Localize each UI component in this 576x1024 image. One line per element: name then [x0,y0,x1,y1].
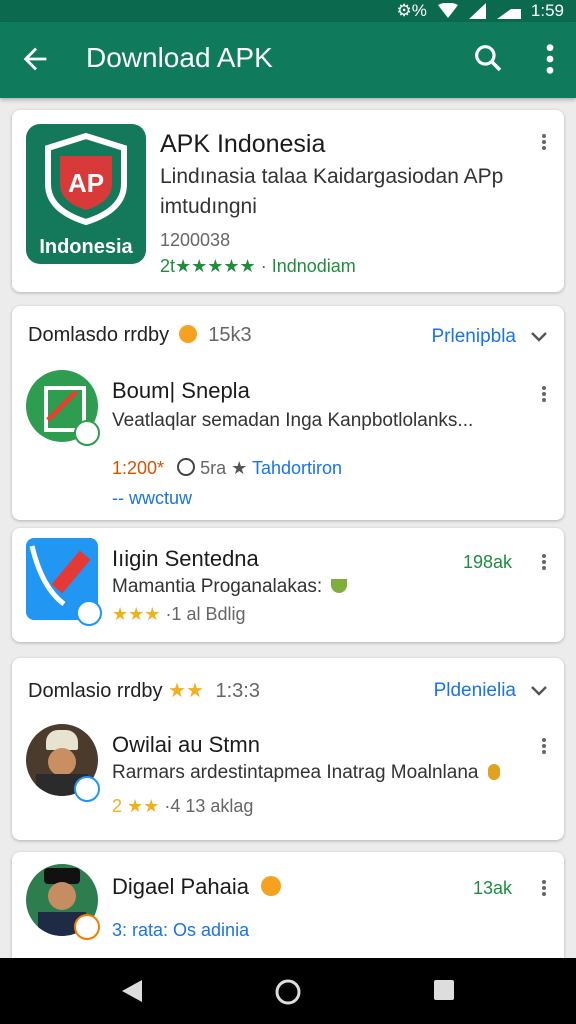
rating-row: 2t★★★★★ · Indnodiam [160,256,356,277]
star-icon: ★ [231,458,248,478]
section-header: Domlasdo rrdby 15k3 [28,324,252,347]
home-circle-icon[interactable] [274,978,302,1006]
section-link[interactable]: Prlenipbla [432,326,517,348]
app-description: Veatlaqlar semadan Inga Kanpbotlolanks..… [112,410,474,431]
developer-name[interactable]: Indnodiam [272,256,356,276]
flame-icon [178,325,197,343]
section-title: Domlasdo rrdby [28,324,170,346]
download-count: 1200038 [160,230,231,250]
app-description: Mamantia Proganalakas: [112,576,348,598]
verified-badge-icon [76,600,102,626]
wifi-icon [437,3,458,18]
verified-badge-icon [74,914,100,940]
meta-text: 5ra [200,458,227,478]
signal-icon [468,3,486,19]
section-header: Domlasio rrdby ★★ 1:3:3 [28,678,260,703]
section-card: Domlasio rrdby ★★ 1:3:3 Pldenielia Owila… [12,658,564,840]
more-options-icon[interactable] [538,384,550,406]
app-description: Lindınasia talaa Kaidargasiodan APp imtu… [160,165,504,218]
rating-stars: ★★ [127,796,160,816]
rating-meta: ·1 al Bdlig [165,604,246,624]
featured-app-card[interactable]: AP Indonesia APK Indonesia Lindınasia ta… [12,110,564,292]
rating-stars: ★★★ [112,604,161,624]
section-card: Domlasdo rrdby 15k3 Prlenipbla Boum| Sne… [12,306,564,520]
separator: · [260,256,267,276]
more-options-icon[interactable] [538,132,550,154]
section-meta: 15k3 [208,324,252,346]
status-icons: ⚙% 1:59 [397,1,564,21]
app-icon-label: Indonesia [39,236,133,258]
more-options-icon[interactable] [538,552,550,574]
description-text: Mamantia Proganalakas: [112,576,323,597]
system-nav-bar [0,958,576,1024]
clock-icon [177,458,196,476]
app-name: Iıigin Sentedna [112,546,259,571]
more-options-icon[interactable] [538,878,550,900]
section-stars: ★★ [168,680,204,702]
app-icon-letters: AP [67,168,105,198]
app-meta-row: 1:200* 5ra ★ Tahdortiron [112,458,342,479]
app-name: Digael Pahaia [112,874,282,900]
app-icon: AP Indonesia [26,124,146,264]
search-icon[interactable] [472,42,504,74]
status-bar: ⚙% 1:59 [0,0,576,22]
app-description: Rarmars ardestintapmea Inatrag Moalnlana [112,762,500,784]
recents-square-icon[interactable] [432,978,456,1002]
rating-row: 2 ★★ ·4 13 aklag [112,796,253,817]
app-description: 3: rata: Os adinia [112,920,250,940]
battery-icon [496,9,521,19]
app-card[interactable]: Digael Pahaia 3: rata: Os adinia 13ak [12,852,564,972]
status-misc-icons: ⚙% [396,1,427,20]
download-count: 1:200* [112,458,165,478]
section-meta: 1:3:3 [215,680,260,702]
page-title: Download APK [86,42,273,73]
more-options-icon[interactable] [538,736,550,758]
rating-value: 2 [112,796,123,816]
app-name[interactable]: Owilai au Stmn [112,732,260,758]
rating-row: ★★★ ·1 al Bdlig [112,604,245,625]
section-link[interactable]: Pldenielia [434,680,516,702]
badge-icon [261,876,282,896]
app-card[interactable]: Iıigin Sentedna Mamantia Proganalakas: ★… [12,528,564,642]
extra-link[interactable]: -- wwctuw [112,488,192,509]
app-size: 198ak [462,552,512,572]
chevron-down-icon[interactable] [530,684,548,698]
description-text: Rarmars ardestintapmea Inatrag Moalnlana [112,762,479,783]
app-name[interactable]: Boum| Snepla [112,378,250,404]
back-arrow-icon[interactable] [18,42,52,76]
verified-badge-icon [74,776,100,802]
app-bar: Download APK [0,22,576,98]
app-name: APK Indonesia [160,130,326,158]
status-time: 1:59 [530,1,564,20]
app-name-text: Digael Pahaia [112,874,249,899]
section-title: Domlasio rrdby [28,680,163,702]
rating-stars: 2t★★★★★ [160,256,256,276]
verified-badge-icon [74,420,100,446]
rating-meta: ·4 13 aklag [164,796,254,816]
back-triangle-icon[interactable] [118,978,144,1004]
developer-name[interactable]: Tahdortiron [252,458,342,478]
app-size: 13ak [472,878,512,898]
chevron-down-icon[interactable] [530,330,548,344]
more-options-icon[interactable] [540,42,560,76]
emoji-icon [487,764,500,780]
emoji-icon [331,579,348,593]
